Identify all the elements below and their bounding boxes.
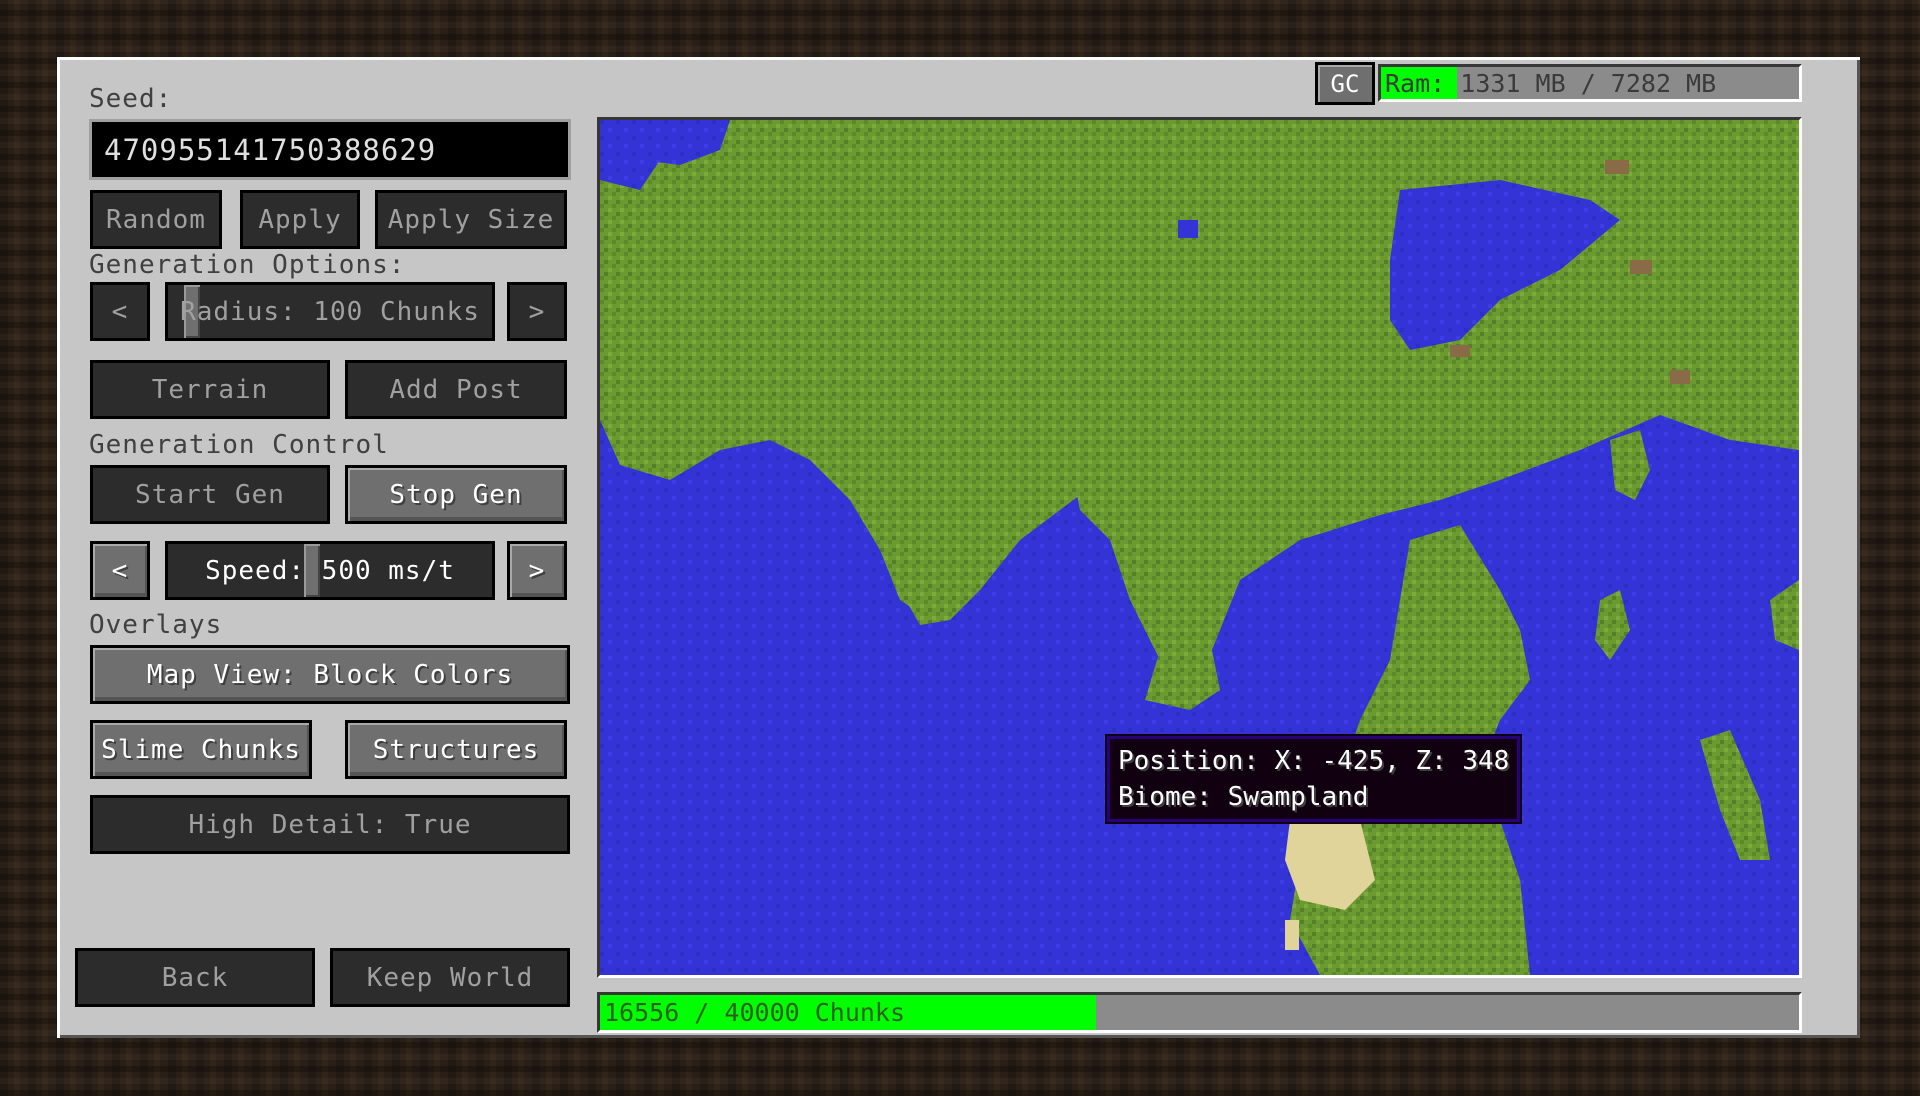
ram-usage-bar: Ram: 1331 MB / 7282 MB bbox=[1378, 64, 1802, 102]
apply-seed-button[interactable]: Apply bbox=[240, 190, 360, 249]
radius-value: Radius: 100 Chunks bbox=[180, 296, 480, 327]
generation-options-label: Generation Options: bbox=[89, 250, 406, 280]
beach-sand-small bbox=[1285, 920, 1299, 950]
ram-values: 1331 MB / 7282 MB bbox=[1460, 68, 1717, 98]
add-post-button[interactable]: Add Post bbox=[345, 360, 567, 419]
ram-usage-text: Ram: 1331 MB / 7282 MB bbox=[1385, 67, 1716, 99]
radius-slider[interactable]: Radius: 100 Chunks bbox=[165, 282, 495, 341]
generation-progress-text: 16556 / 40000 Chunks bbox=[604, 998, 906, 1027]
generation-control-label: Generation Control bbox=[89, 430, 389, 460]
keep-world-button[interactable]: Keep World bbox=[330, 948, 570, 1007]
gc-button[interactable]: GC bbox=[1315, 62, 1375, 105]
map-tooltip: Position: X: -425, Z: 348 Biome: Swampla… bbox=[1104, 734, 1523, 824]
start-gen-button[interactable]: Start Gen bbox=[90, 465, 330, 524]
tooltip-position: Position: X: -425, Z: 348 bbox=[1118, 746, 1510, 776]
terrain-button[interactable]: Terrain bbox=[90, 360, 330, 419]
pond bbox=[1178, 220, 1198, 238]
apply-size-button[interactable]: Apply Size bbox=[375, 190, 567, 249]
high-detail-button[interactable]: High Detail: True bbox=[90, 795, 570, 854]
dirt-patch bbox=[1450, 345, 1470, 357]
generation-progress-bar: 16556 / 40000 Chunks bbox=[597, 992, 1802, 1033]
speed-slider[interactable]: Speed: 500 ms/t bbox=[165, 541, 495, 600]
structures-button[interactable]: Structures bbox=[345, 720, 567, 779]
random-seed-button[interactable]: Random bbox=[90, 190, 222, 249]
overlays-label: Overlays bbox=[89, 610, 223, 640]
speed-value: Speed: 500 ms/t bbox=[205, 555, 455, 586]
world-map-view[interactable]: Position: X: -425, Z: 348 Biome: Swampla… bbox=[597, 117, 1802, 978]
map-view-button[interactable]: Map View: Block Colors bbox=[90, 645, 570, 704]
world-map-canvas[interactable] bbox=[600, 120, 1799, 975]
speed-decrease-button[interactable]: < bbox=[90, 541, 150, 600]
slime-chunks-button[interactable]: Slime Chunks bbox=[90, 720, 312, 779]
back-button[interactable]: Back bbox=[75, 948, 315, 1007]
ram-label: Ram: bbox=[1385, 68, 1446, 98]
seed-input[interactable]: 4709551417503886​29 bbox=[89, 119, 571, 180]
radius-increase-button[interactable]: > bbox=[507, 282, 567, 341]
speed-increase-button[interactable]: > bbox=[507, 541, 567, 600]
dirt-patch bbox=[1605, 160, 1629, 174]
radius-decrease-button[interactable]: < bbox=[90, 282, 150, 341]
dirt-patch bbox=[1670, 370, 1690, 384]
dirt-patch bbox=[1630, 260, 1652, 274]
seed-label: Seed: bbox=[89, 84, 173, 114]
stop-gen-button[interactable]: Stop Gen bbox=[345, 465, 567, 524]
tooltip-biome: Biome: Swampland bbox=[1118, 782, 1369, 812]
